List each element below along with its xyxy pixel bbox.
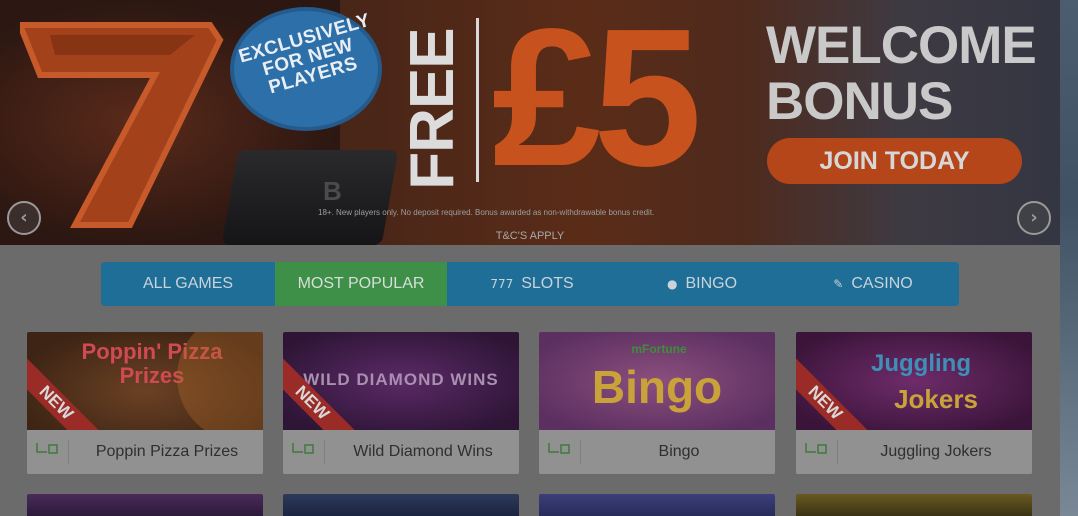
slot-machine-text: B xyxy=(323,176,342,206)
game-card[interactable]: Poppin' Pizza Prizes NEW Poppin Pizza Pr… xyxy=(27,332,263,474)
bonus-amount: £5 xyxy=(492,0,702,207)
disclaimer-text: 18+. New players only. No deposit requir… xyxy=(318,208,655,217)
card-footer: Bingo xyxy=(539,430,775,474)
thumbnail-title: Bingo xyxy=(591,361,723,413)
game-name: Bingo xyxy=(658,443,700,460)
mobile-desktop-icon xyxy=(804,440,838,464)
carousel-next-button[interactable]: › xyxy=(1017,201,1051,235)
free-text: FREE xyxy=(398,28,467,190)
divider xyxy=(476,18,479,182)
game-card[interactable]: mFortune Bingo Bingo xyxy=(539,332,775,474)
tab-label: SLOTS xyxy=(521,275,574,292)
pizza-graphic xyxy=(177,332,263,430)
game-thumbnail: Juggling Jokers NEW xyxy=(796,332,1032,430)
tab-label: BINGO xyxy=(685,275,738,292)
mobile-desktop-icon xyxy=(35,440,69,464)
casino-chip-icon: ✎ xyxy=(833,277,844,291)
thumbnail-title-line-1: Juggling xyxy=(871,350,971,377)
slots-icon: 777 xyxy=(490,277,514,291)
thumbnail-title: WILD DIAMOND WINS xyxy=(303,370,499,389)
tab-casino[interactable]: ✎ CASINO xyxy=(787,262,959,306)
tab-label: CASINO xyxy=(851,275,913,292)
brand-logo-text: mFortune xyxy=(631,342,687,356)
chevron-left-icon: ‹ xyxy=(20,207,28,228)
game-card[interactable]: WILD DIAMOND WINS NEW Wild Diamond Wins xyxy=(283,332,519,474)
game-name: Juggling Jokers xyxy=(880,443,992,460)
tab-all-games[interactable]: ALL GAMES xyxy=(101,262,275,306)
promo-banner[interactable]: B EXCLUSIVELY FOR NEW PLAYERS FREE £5 WE… xyxy=(0,0,1060,245)
game-card-partial[interactable] xyxy=(539,494,775,516)
game-card[interactable]: Juggling Jokers NEW Juggling Jokers xyxy=(796,332,1032,474)
game-thumbnail: mFortune Bingo xyxy=(539,332,775,430)
game-card-partial[interactable] xyxy=(796,494,1032,516)
game-name: Poppin Pizza Prizes xyxy=(95,443,239,460)
welcome-line-2: BONUS xyxy=(766,72,953,131)
new-ribbon: NEW xyxy=(283,356,359,430)
new-players-badge: EXCLUSIVELY FOR NEW PLAYERS xyxy=(226,7,382,131)
bingo-ball-icon: ● xyxy=(666,277,678,291)
page-background-edge xyxy=(1060,0,1078,516)
tab-label: ALL GAMES xyxy=(142,275,234,292)
game-category-nav: ALL GAMES MOST POPULAR 777 SLOTS ● BINGO… xyxy=(101,262,959,306)
card-footer: Wild Diamond Wins xyxy=(283,430,519,474)
card-footer: Poppin Pizza Prizes xyxy=(27,430,263,474)
welcome-line-1: WELCOME xyxy=(766,16,1037,75)
welcome-bonus-heading: WELCOME BONUS xyxy=(766,16,1037,131)
mobile-desktop-icon xyxy=(547,440,581,464)
tab-label: MOST POPULAR xyxy=(297,275,425,292)
lucky-seven-graphic xyxy=(20,22,224,228)
game-card-partial[interactable] xyxy=(27,494,263,516)
game-name: Wild Diamond Wins xyxy=(353,443,493,460)
join-today-button[interactable]: JOIN TODAY xyxy=(767,138,1022,184)
game-card-partial[interactable] xyxy=(283,494,519,516)
mobile-desktop-icon xyxy=(291,440,325,464)
thumbnail-title-line-2: Jokers xyxy=(894,384,978,414)
chevron-right-icon: › xyxy=(1030,207,1038,228)
game-thumbnail: WILD DIAMOND WINS NEW xyxy=(283,332,519,430)
terms-link[interactable]: T&C'S APPLY xyxy=(0,229,1060,243)
tab-bingo[interactable]: ● BINGO xyxy=(617,262,787,306)
card-footer: Juggling Jokers xyxy=(796,430,1032,474)
game-thumbnail: Poppin' Pizza Prizes NEW xyxy=(27,332,263,430)
free-label: FREE xyxy=(398,18,470,189)
tab-slots[interactable]: 777 SLOTS xyxy=(447,262,617,306)
tab-most-popular[interactable]: MOST POPULAR xyxy=(275,262,447,306)
carousel-prev-button[interactable]: ‹ xyxy=(7,201,41,235)
